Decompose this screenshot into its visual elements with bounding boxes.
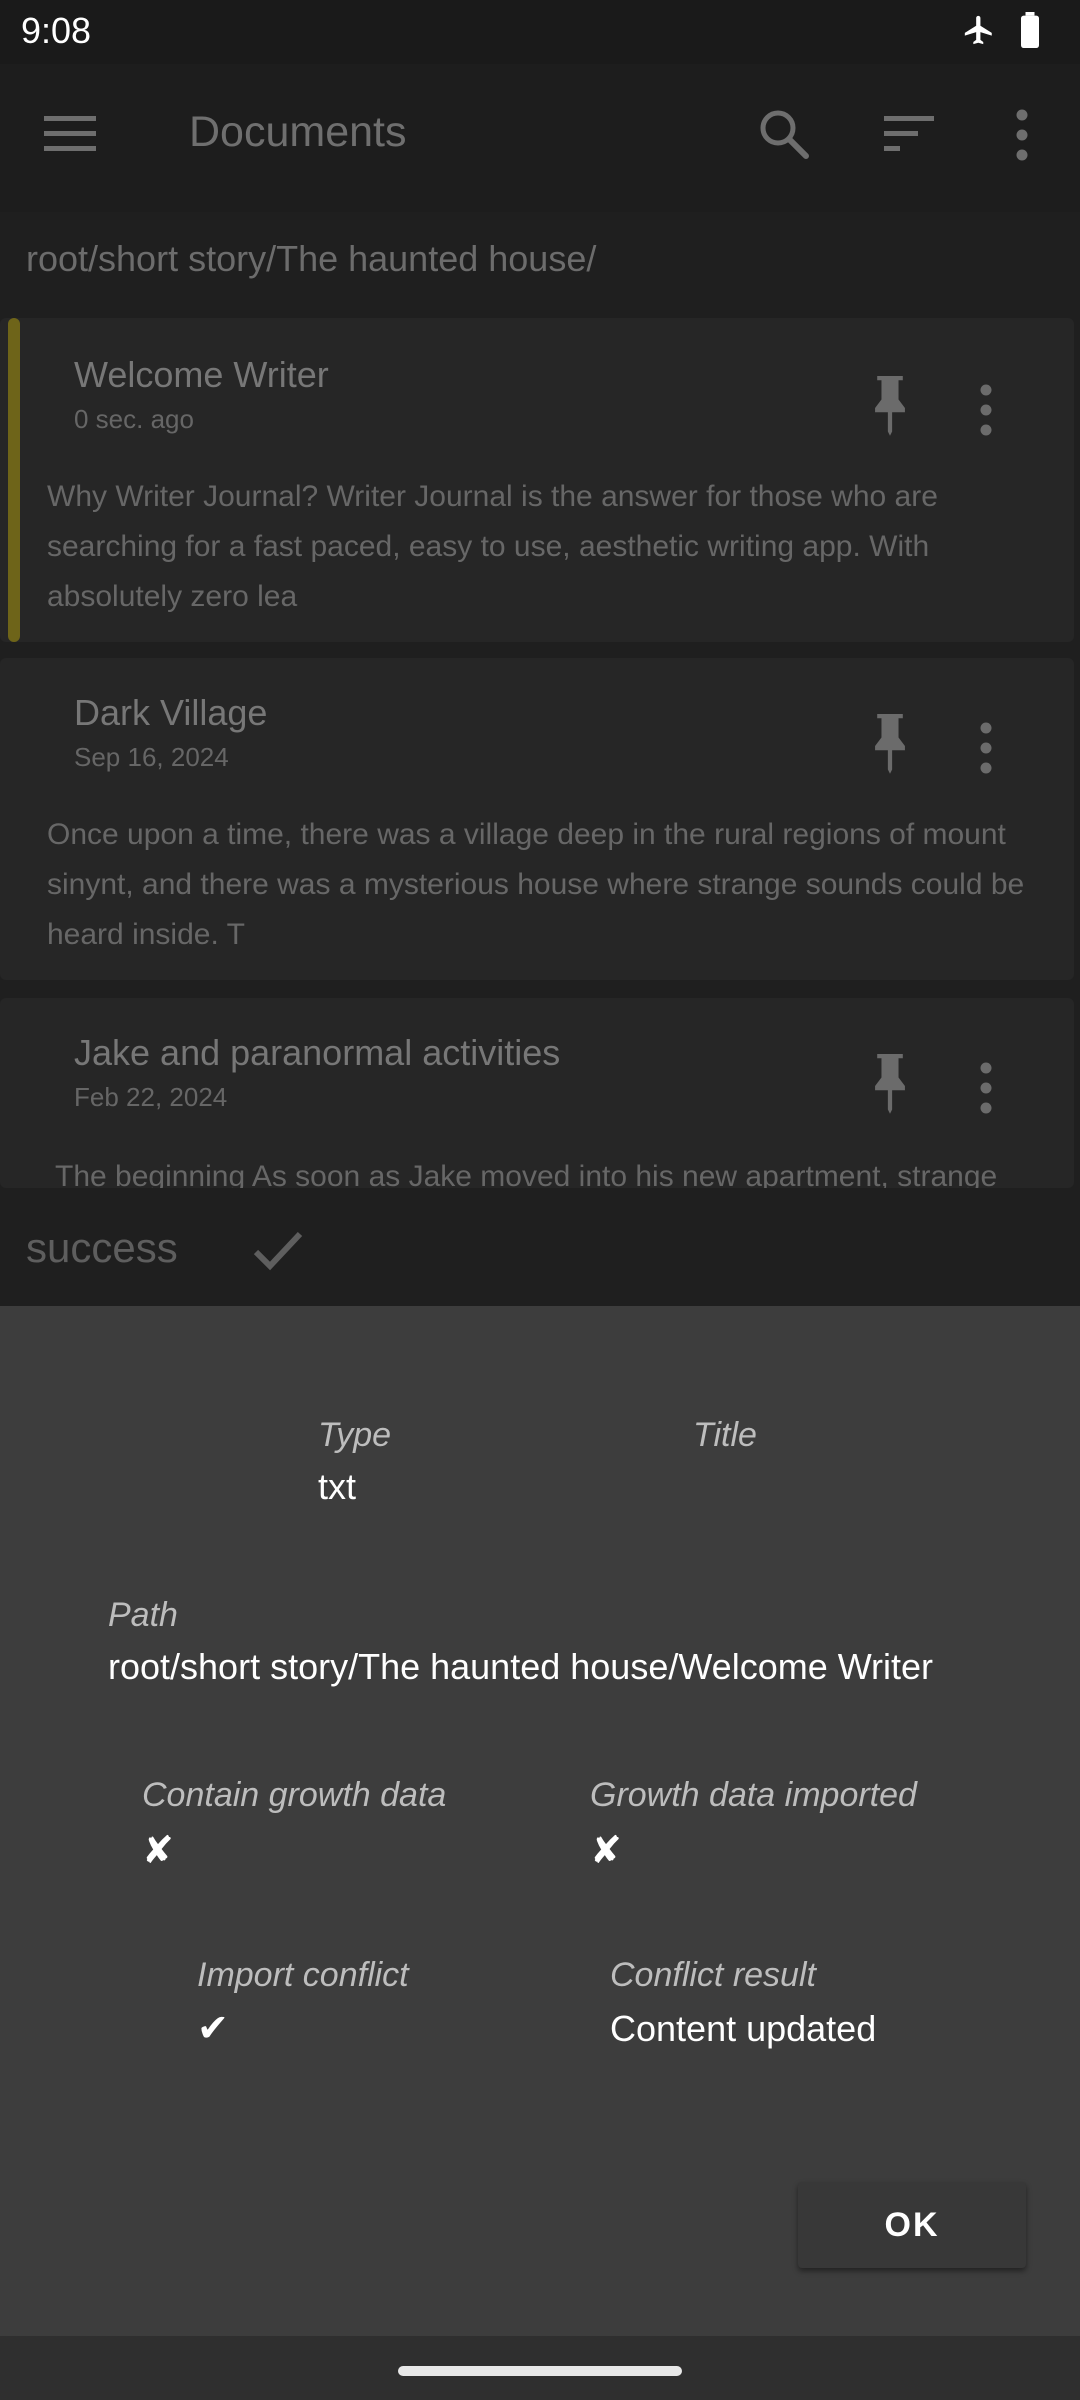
pin-icon[interactable] xyxy=(864,376,916,440)
type-value: txt xyxy=(318,1466,357,1507)
document-preview: The beginning As soon as Jake moved into… xyxy=(55,1152,1065,1188)
status-icons xyxy=(962,12,1042,48)
preview-line: Once upon a time, there was a village de… xyxy=(47,818,1006,851)
import-conflict-value: ✔ xyxy=(197,2008,229,2050)
growth-imported-value: ✘ xyxy=(590,1830,622,1872)
check-icon xyxy=(253,1231,303,1271)
path-label: Path xyxy=(108,1596,178,1634)
page-title: Documents xyxy=(189,108,407,156)
document-date: Feb 22, 2024 xyxy=(74,1082,228,1112)
sort-icon[interactable] xyxy=(884,112,938,156)
document-card[interactable]: Welcome Writer 0 sec. ago Why Writer Jou… xyxy=(0,318,1074,642)
conflict-result-label: Conflict result xyxy=(610,1956,816,1994)
more-vert-icon[interactable] xyxy=(978,1062,994,1114)
breadcrumb[interactable]: root/short story/The haunted house/ xyxy=(26,238,596,280)
pin-icon[interactable] xyxy=(864,1054,916,1118)
import-conflict-label: Import conflict xyxy=(197,1956,409,1994)
menu-icon[interactable] xyxy=(44,114,100,154)
type-label: Type xyxy=(318,1416,392,1454)
preview-line: absolutely zero lea xyxy=(47,580,298,613)
document-preview: Once upon a time, there was a village de… xyxy=(47,810,1057,960)
search-icon[interactable] xyxy=(756,106,812,162)
airplane-mode-icon xyxy=(964,15,992,45)
growth-imported-label: Growth data imported xyxy=(590,1776,917,1814)
status-time: 9:08 xyxy=(21,10,92,51)
conflict-result-value: Content updated xyxy=(610,2008,877,2049)
more-vert-icon[interactable] xyxy=(978,722,994,774)
preview-line: The beginning As soon as Jake moved into… xyxy=(55,1160,998,1188)
document-title: Jake and paranormal activities xyxy=(74,1032,561,1073)
pin-icon[interactable] xyxy=(864,714,916,778)
app-bar: Documents xyxy=(0,64,1080,212)
preview-line: Why Writer Journal? Writer Journal is th… xyxy=(47,480,938,513)
document-card[interactable]: Jake and paranormal activities Feb 22, 2… xyxy=(0,998,1074,1188)
home-indicator[interactable] xyxy=(398,2366,682,2376)
growth-data-label: Contain growth data xyxy=(142,1776,447,1814)
document-preview: Why Writer Journal? Writer Journal is th… xyxy=(47,472,1057,622)
document-card[interactable]: Dark Village Sep 16, 2024 Once upon a ti… xyxy=(0,658,1074,980)
preview-line: heard inside. T xyxy=(47,918,245,951)
document-title: Dark Village xyxy=(74,692,268,733)
preview-line: searching for a fast paced, easy to use,… xyxy=(47,530,930,563)
growth-data-value: ✘ xyxy=(142,1830,174,1872)
ok-button[interactable]: OK xyxy=(798,2182,1026,2268)
status-bar: 9:08 xyxy=(0,0,1080,64)
path-value: root/short story/The haunted house/Welco… xyxy=(108,1646,934,1687)
navigation-bar xyxy=(0,2336,1080,2400)
document-date: 0 sec. ago xyxy=(74,404,194,434)
battery-icon xyxy=(1021,12,1039,48)
snackbar-text: success xyxy=(26,1224,178,1271)
document-date: Sep 16, 2024 xyxy=(74,742,229,772)
screen: 9:08 Documents root/short story/The haun… xyxy=(0,0,1080,2400)
more-vert-icon[interactable] xyxy=(1008,108,1036,162)
more-vert-icon[interactable] xyxy=(978,384,994,436)
document-title: Welcome Writer xyxy=(74,354,329,395)
title-label: Title xyxy=(693,1416,757,1454)
preview-line: sinynt, and there was a mysterious house… xyxy=(47,868,1025,901)
